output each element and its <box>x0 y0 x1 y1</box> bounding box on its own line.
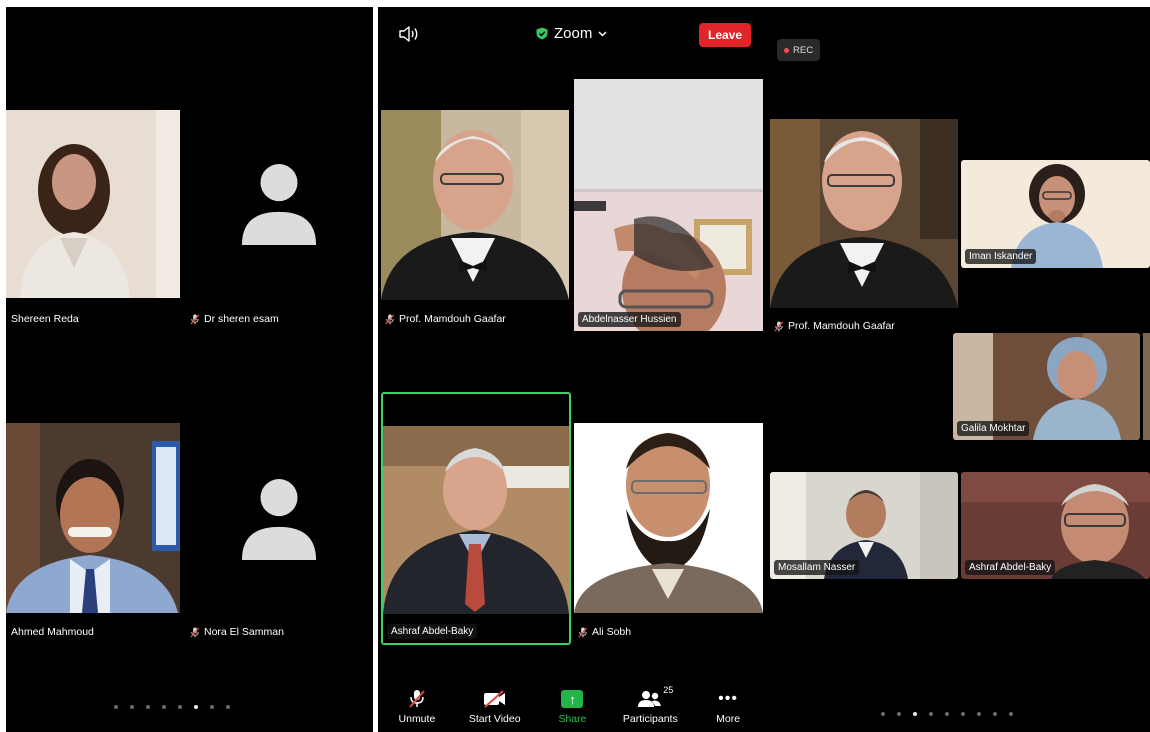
gallery-panel-left: Shereen Reda Dr sheren esam Ahmed Mahmou… <box>6 7 373 732</box>
video-tile-mosallam-nasser[interactable]: Mosallam Nasser <box>770 472 958 579</box>
page-dot[interactable] <box>130 705 134 709</box>
participant-name: Shereen Reda <box>11 313 79 325</box>
record-dot-icon <box>784 47 789 53</box>
page-dot[interactable] <box>993 712 997 716</box>
participant-name: Nora El Samman <box>190 626 284 638</box>
page-dot[interactable] <box>929 712 933 716</box>
page-dot[interactable] <box>210 705 214 709</box>
video-tile-galila-mokhtar[interactable]: Galila Mokhtar <box>953 333 1140 440</box>
video-tile-iman-iskander[interactable]: Iman Iskander <box>961 160 1150 268</box>
page-dot[interactable] <box>226 705 230 709</box>
share-button[interactable]: ↑ Share <box>534 681 612 732</box>
participant-name-chip: Abdelnasser Hussien <box>578 312 681 327</box>
video-tile-shereen-reda[interactable] <box>6 110 180 298</box>
start-video-button[interactable]: Start Video <box>456 681 534 732</box>
participant-name-chip: Ashraf Abdel-Baky <box>387 624 478 639</box>
page-dot[interactable] <box>162 705 166 709</box>
meeting-toolbar: Unmute Start Video ↑ Share 25 Participan… <box>378 681 767 732</box>
page-dot-active[interactable] <box>194 705 198 709</box>
video-tile-ali-sobh[interactable] <box>574 423 763 613</box>
participant-name: Prof. Mamdouh Gaafar <box>774 320 895 332</box>
page-dot-active[interactable] <box>913 712 917 716</box>
mic-muted-icon <box>190 314 200 325</box>
share-label: Share <box>558 713 587 725</box>
page-dot[interactable] <box>114 705 118 709</box>
gallery-panel-center: Zoom Leave Prof. Mamdouh Gaafar Abdelnas… <box>378 7 767 732</box>
page-dot[interactable] <box>897 712 901 716</box>
meeting-title-label: Zoom <box>554 25 593 42</box>
participant-name-chip: Mosallam Nasser <box>774 560 860 575</box>
start-video-label: Start Video <box>468 713 521 725</box>
video-tile-dr-sheren-esam[interactable] <box>191 110 373 298</box>
shield-check-icon <box>536 27 548 40</box>
video-tile-ashraf-abdel-baky[interactable]: Ashraf Abdel-Baky <box>381 392 571 645</box>
leave-button[interactable]: Leave <box>699 23 751 47</box>
participant-name: Dr sheren esam <box>190 313 279 325</box>
meeting-title[interactable]: Zoom <box>536 25 607 42</box>
recording-label: REC <box>793 44 814 56</box>
participants-label: Participants <box>622 713 678 725</box>
page-dot[interactable] <box>945 712 949 716</box>
page-indicator[interactable] <box>114 705 230 709</box>
participant-video <box>574 423 763 613</box>
mic-muted-icon <box>774 321 784 332</box>
page-dot[interactable] <box>178 705 182 709</box>
page-dot[interactable] <box>146 705 150 709</box>
participant-video <box>574 79 763 331</box>
unmute-label: Unmute <box>398 713 436 725</box>
video-off-icon <box>483 690 505 708</box>
chevron-down-icon <box>598 30 607 37</box>
mic-muted-icon <box>409 690 425 708</box>
page-dot[interactable] <box>977 712 981 716</box>
video-tile-ashraf-abdel-baky[interactable]: Ashraf Abdel-Baky <box>961 472 1150 579</box>
page-dot[interactable] <box>881 712 885 716</box>
participant-video <box>381 110 569 300</box>
mic-muted-icon <box>385 314 395 325</box>
participant-name: Ali Sobh <box>578 626 631 638</box>
default-avatar-icon <box>240 475 318 565</box>
more-dots-icon: ••• <box>718 690 738 707</box>
more-button[interactable]: ••• More <box>689 681 767 732</box>
video-tile-ahmed-mahmoud[interactable] <box>6 423 180 613</box>
participant-name: Prof. Mamdouh Gaafar <box>385 313 506 325</box>
default-avatar-icon <box>240 160 318 250</box>
participant-video <box>6 110 180 298</box>
video-tile-prof-mamdouh-gaafar[interactable] <box>381 110 569 300</box>
page-dot[interactable] <box>961 712 965 716</box>
mic-muted-icon <box>190 627 200 638</box>
gallery-panel-right: REC Prof. Mamdouh Gaafar Iman Iskander G… <box>767 7 1150 732</box>
mic-muted-icon <box>578 627 588 638</box>
video-tile-partial[interactable] <box>1143 333 1150 440</box>
participant-video <box>770 119 958 308</box>
participant-name-chip: Iman Iskander <box>965 249 1037 264</box>
video-tile-nora-el-samman[interactable] <box>191 423 373 613</box>
participant-video <box>6 423 180 613</box>
participant-name-chip: Ashraf Abdel-Baky <box>965 560 1056 575</box>
meeting-top-bar: Zoom Leave <box>378 7 767 59</box>
speaker-icon[interactable] <box>398 25 420 43</box>
recording-badge: REC <box>777 39 821 61</box>
participants-button[interactable]: 25 Participants <box>611 681 689 732</box>
unmute-button[interactable]: Unmute <box>378 681 456 732</box>
share-arrow-icon: ↑ <box>561 690 584 708</box>
participant-name-chip: Galila Mokhtar <box>957 421 1030 436</box>
video-tile-abdelnasser-hussien[interactable]: Abdelnasser Hussien <box>574 79 763 331</box>
more-label: More <box>716 713 741 725</box>
video-tile-prof-mamdouh-gaafar[interactable] <box>770 119 958 308</box>
participant-video <box>383 394 569 643</box>
participants-icon <box>638 691 662 707</box>
page-dot[interactable] <box>1009 712 1013 716</box>
participants-count: 25 <box>663 685 674 695</box>
page-indicator[interactable] <box>881 712 1013 716</box>
participant-name: Ahmed Mahmoud <box>11 626 94 638</box>
